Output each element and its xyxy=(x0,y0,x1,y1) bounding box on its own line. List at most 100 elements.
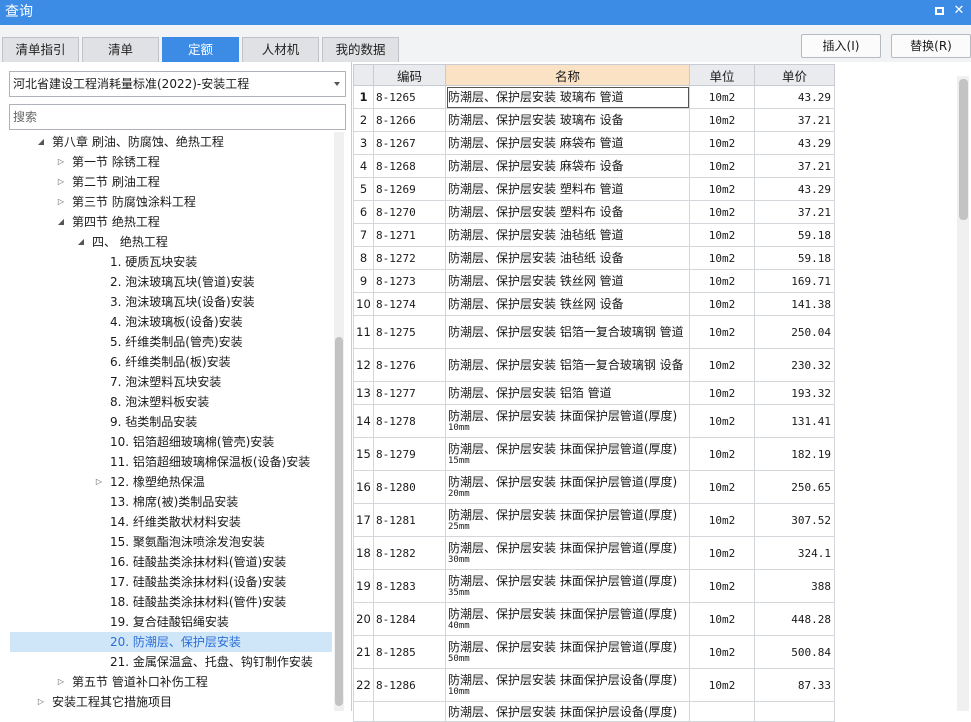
row-number[interactable]: 5 xyxy=(353,177,374,201)
unit-cell[interactable]: 10m2 xyxy=(689,602,755,636)
tree-scrollbar-thumb[interactable] xyxy=(335,337,343,706)
name-cell[interactable]: 防潮层、保护层安装 抹面保护层管道(厚度) 40mm xyxy=(445,602,690,636)
row-number[interactable]: 6 xyxy=(353,200,374,224)
collapse-arrow-icon[interactable]: ▷ xyxy=(56,152,66,172)
code-cell[interactable]: 8-1277 xyxy=(373,381,446,405)
code-cell[interactable]: 8-1286 xyxy=(373,668,446,702)
tree-node[interactable]: 15. 聚氨酯泡沫喷涂发泡安装 xyxy=(10,532,332,552)
price-cell[interactable]: 182.19 xyxy=(754,437,835,471)
tree-node[interactable]: 18. 硅酸盐类涂抹材料(管件)安装 xyxy=(10,592,332,612)
header-unit[interactable]: 单位 xyxy=(689,64,755,86)
price-cell[interactable]: 448.28 xyxy=(754,602,835,636)
price-cell[interactable] xyxy=(754,701,835,722)
code-cell[interactable]: 8-1272 xyxy=(373,246,446,270)
row-number[interactable]: 21 xyxy=(353,635,374,669)
table-row[interactable]: 14 8-1278 防潮层、保护层安装 抹面保护层管道(厚度) 10mm 10m2 131… xyxy=(353,404,835,438)
table-row[interactable]: 19 8-1283 防潮层、保护层安装 抹面保护层管道(厚度) 35mm 10m2 388 xyxy=(353,569,835,603)
code-cell[interactable]: 8-1270 xyxy=(373,200,446,224)
name-cell[interactable]: 防潮层、保护层安装 麻袋布 管道 xyxy=(445,131,690,155)
tree-node[interactable]: 9. 毡类制品安装 xyxy=(10,412,332,432)
code-cell[interactable]: 8-1279 xyxy=(373,437,446,471)
tab-my-data[interactable]: 我的数据 xyxy=(322,37,399,62)
row-number[interactable]: 15 xyxy=(353,437,374,471)
tree-node[interactable]: 7. 泡沫塑料瓦块安装 xyxy=(10,372,332,392)
table-row[interactable]: 9 8-1273 防潮层、保护层安装 铁丝网 管道 10m2 169.71 xyxy=(353,269,835,293)
code-cell[interactable]: 8-1285 xyxy=(373,635,446,669)
table-row[interactable]: 15 8-1279 防潮层、保护层安装 抹面保护层管道(厚度) 15mm 10m2 182… xyxy=(353,437,835,471)
price-cell[interactable]: 250.04 xyxy=(754,315,835,349)
tree-node[interactable]: 11. 铝箔超细玻璃棉保温板(设备)安装 xyxy=(10,452,332,472)
table-row[interactable]: 10 8-1274 防潮层、保护层安装 铁丝网 设备 10m2 141.38 xyxy=(353,292,835,316)
name-cell[interactable]: 防潮层、保护层安装 玻璃布 设备 xyxy=(445,108,690,132)
name-cell[interactable]: 防潮层、保护层安装 抹面保护层管道(厚度) 35mm xyxy=(445,569,690,603)
code-cell[interactable]: 8-1275 xyxy=(373,315,446,349)
tree-node[interactable]: ▷ 第五节 管道补口补伤工程 xyxy=(10,672,332,692)
name-cell[interactable]: 防潮层、保护层安装 抹面保护层管道(厚度) 30mm xyxy=(445,536,690,570)
row-number[interactable]: 17 xyxy=(353,503,374,537)
tree-node[interactable]: 19. 复合硅酸铝绳安装 xyxy=(10,612,332,632)
close-icon[interactable]: ✕ xyxy=(952,4,966,18)
tab-list[interactable]: 清单 xyxy=(82,37,159,62)
name-cell[interactable]: 防潮层、保护层安装 抹面保护层管道(厚度) 25mm xyxy=(445,503,690,537)
row-number[interactable]: 20 xyxy=(353,602,374,636)
code-cell[interactable]: 8-1266 xyxy=(373,108,446,132)
unit-cell[interactable]: 10m2 xyxy=(689,223,755,247)
price-cell[interactable]: 131.41 xyxy=(754,404,835,438)
expand-arrow-icon[interactable]: ◢ xyxy=(36,132,46,152)
header-name[interactable]: 名称 xyxy=(445,64,690,86)
name-cell[interactable]: 防潮层、保护层安装 铝箔 管道 xyxy=(445,381,690,405)
replace-button[interactable]: 替换(R) xyxy=(891,34,971,58)
unit-cell[interactable]: 10m2 xyxy=(689,85,755,109)
row-number[interactable]: 10 xyxy=(353,292,374,316)
name-cell[interactable]: 防潮层、保护层安装 塑料布 管道 xyxy=(445,177,690,201)
collapse-arrow-icon[interactable]: ▷ xyxy=(94,472,104,492)
price-cell[interactable]: 37.21 xyxy=(754,154,835,178)
code-cell[interactable]: 8-1284 xyxy=(373,602,446,636)
expand-arrow-icon[interactable]: ◢ xyxy=(56,212,66,232)
unit-cell[interactable]: 10m2 xyxy=(689,154,755,178)
unit-cell[interactable]: 10m2 xyxy=(689,292,755,316)
unit-cell[interactable]: 10m2 xyxy=(689,108,755,132)
row-number[interactable]: 16 xyxy=(353,470,374,504)
unit-cell[interactable]: 10m2 xyxy=(689,246,755,270)
table-row[interactable]: 20 8-1284 防潮层、保护层安装 抹面保护层管道(厚度) 40mm 10m2 448… xyxy=(353,602,835,636)
row-number[interactable]: 7 xyxy=(353,223,374,247)
unit-cell[interactable]: 10m2 xyxy=(689,315,755,349)
tree-node[interactable]: ◢ 第四节 绝热工程 xyxy=(10,212,332,232)
tree-node[interactable]: 4. 泡沫玻璃板(设备)安装 xyxy=(10,312,332,332)
row-number[interactable]: 12 xyxy=(353,348,374,382)
price-cell[interactable]: 37.21 xyxy=(754,200,835,224)
code-cell[interactable] xyxy=(373,701,446,722)
name-cell[interactable]: 防潮层、保护层安装 油毡纸 设备 xyxy=(445,246,690,270)
table-row[interactable]: 18 8-1282 防潮层、保护层安装 抹面保护层管道(厚度) 30mm 10m2 324… xyxy=(353,536,835,570)
tree-node[interactable]: ◢ 第八章 刷油、防腐蚀、绝热工程 xyxy=(10,132,332,152)
code-cell[interactable]: 8-1269 xyxy=(373,177,446,201)
search-input[interactable] xyxy=(9,104,346,130)
table-row[interactable]: 13 8-1277 防潮层、保护层安装 铝箔 管道 10m2 193.32 xyxy=(353,381,835,405)
tree-node[interactable]: ▷ 第一节 除锈工程 xyxy=(10,152,332,172)
tree-node[interactable]: 8. 泡沫塑料板安装 xyxy=(10,392,332,412)
tab-labor-material[interactable]: 人材机 xyxy=(242,37,319,62)
table-scrollbar-thumb[interactable] xyxy=(959,79,968,220)
tree-node[interactable]: 17. 硅酸盐类涂抹材料(设备)安装 xyxy=(10,572,332,592)
row-number[interactable]: 2 xyxy=(353,108,374,132)
name-cell[interactable]: 防潮层、保护层安装 抹面保护层管道(厚度) 50mm xyxy=(445,635,690,669)
price-cell[interactable]: 500.84 xyxy=(754,635,835,669)
unit-cell[interactable]: 10m2 xyxy=(689,437,755,471)
row-number[interactable]: 13 xyxy=(353,381,374,405)
unit-cell[interactable]: 10m2 xyxy=(689,536,755,570)
name-cell[interactable]: 防潮层、保护层安装 铁丝网 管道 xyxy=(445,269,690,293)
code-cell[interactable]: 8-1273 xyxy=(373,269,446,293)
tree-node[interactable]: 5. 纤维类制品(管壳)安装 xyxy=(10,332,332,352)
collapse-arrow-icon[interactable]: ▷ xyxy=(56,192,66,212)
tree-node[interactable]: 20. 防潮层、保护层安装 xyxy=(10,632,332,652)
code-cell[interactable]: 8-1268 xyxy=(373,154,446,178)
tree-node[interactable]: 1. 硬质瓦块安装 xyxy=(10,252,332,272)
row-number[interactable]: 18 xyxy=(353,536,374,570)
row-number[interactable]: 22 xyxy=(353,668,374,702)
name-cell[interactable]: 防潮层、保护层安装 玻璃布 管道 xyxy=(445,85,690,109)
table-row[interactable]: 8 8-1272 防潮层、保护层安装 油毡纸 设备 10m2 59.18 xyxy=(353,246,835,270)
table-row[interactable]: 4 8-1268 防潮层、保护层安装 麻袋布 设备 10m2 37.21 xyxy=(353,154,835,178)
tree-node[interactable]: 3. 泡沫玻璃瓦块(设备)安装 xyxy=(10,292,332,312)
price-cell[interactable]: 43.29 xyxy=(754,131,835,155)
